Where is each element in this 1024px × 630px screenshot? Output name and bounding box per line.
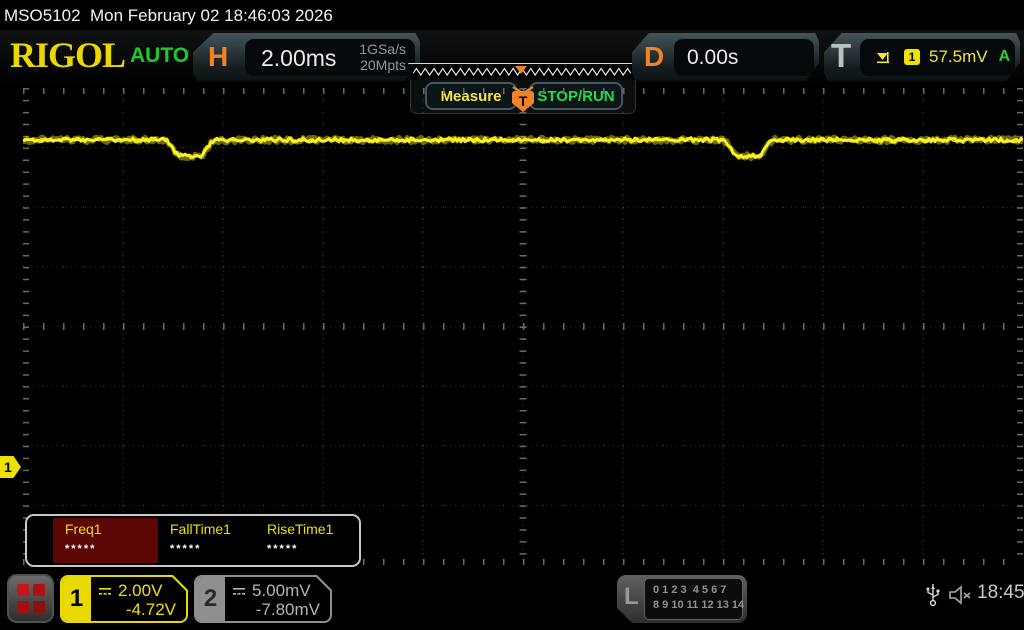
channel1-scale: 2.00V <box>118 581 163 600</box>
delay-label: D <box>644 41 665 72</box>
usb-icon <box>925 582 941 613</box>
channel2-pill[interactable]: 2 5.00mV -7.80mV <box>194 575 332 623</box>
graticule[interactable] <box>21 88 1024 565</box>
screen-layout-icon[interactable] <box>7 574 54 623</box>
dc-coupling-icon <box>98 586 113 597</box>
channel2-scale: 5.00mV <box>252 581 311 600</box>
delay-value: 0.00s <box>687 46 739 69</box>
trigger-level: 57.5mV <box>929 47 988 66</box>
trigger-inner: 1 57.5mV A <box>860 38 1015 76</box>
horizontal-label: H <box>208 41 229 72</box>
memory-depth: 20Mpts <box>360 57 406 73</box>
measurement-risetime1[interactable]: RiseTime1 ***** <box>255 518 355 563</box>
delay-settings[interactable]: D 0.00s <box>632 33 819 81</box>
acquisition-status: AUTO <box>130 44 190 67</box>
measurement-panel[interactable]: Freq1 ***** FallTime1 ***** RiseTime1 **… <box>25 514 361 567</box>
trigger-source-badge: 1 <box>904 49 920 65</box>
header-bar: RIGOL AUTO H 2.00ms 1GSa/s 20Mpts Measur… <box>0 30 1024 114</box>
dc-coupling-icon <box>232 586 247 597</box>
trigger-falling-edge-icon <box>877 52 889 64</box>
horizontal-inner: 2.00ms 1GSa/s 20Mpts <box>245 38 415 76</box>
measurement-falltime1[interactable]: FallTime1 ***** <box>158 518 255 563</box>
trigger-marker-label: T <box>518 93 528 109</box>
channel1-badge: 1 <box>62 577 91 621</box>
timebase-value: 2.00ms <box>261 45 337 71</box>
trigger-settings[interactable]: T 1 57.5mV A <box>824 33 1020 81</box>
measurement-freq1[interactable]: Freq1 ***** <box>53 518 158 563</box>
horizontal-settings[interactable]: H 2.00ms 1GSa/s 20Mpts <box>193 33 420 81</box>
trigger-mode: A <box>998 48 1011 65</box>
sample-rate: 1GSa/s <box>359 41 406 57</box>
logic-label: L <box>624 583 639 610</box>
titlebar: MSO5102 Mon February 02 18:46:03 2026 <box>0 0 1024 30</box>
preview-zigzag-icon <box>409 64 633 79</box>
logic-channel-numbers: 0 1 2 3 4 5 6 7 8 9 10 11 12 13 14 15 <box>644 578 743 620</box>
grid-and-trace <box>21 88 1024 565</box>
oscilloscope-screen: MSO5102 Mon February 02 18:46:03 2026 RI… <box>0 0 1024 630</box>
channel1-pill[interactable]: 1 2.00V -4.72V <box>60 575 188 623</box>
delay-inner: 0.00s <box>674 38 814 76</box>
clock-text: 18:45 <box>977 582 1024 603</box>
model-datetime-text: MSO5102 Mon February 02 18:46:03 2026 <box>4 6 333 25</box>
channel1-ground-marker[interactable]: 1 <box>0 456 21 478</box>
trigger-position-marker[interactable]: T <box>511 91 535 115</box>
speaker-muted-icon[interactable] <box>947 583 973 612</box>
channel1-offset: -4.72V <box>125 600 176 619</box>
rigol-logo: RIGOL <box>10 35 126 75</box>
sample-info: 1GSa/s 20Mpts <box>359 41 406 73</box>
channel2-badge: 2 <box>196 577 225 621</box>
channel2-offset: -7.80mV <box>255 600 320 619</box>
bottom-bar: 1 2.00V -4.72V 2 5.00mV -7.80mV L 0 1 2 … <box>0 570 1024 630</box>
trigger-label: T <box>831 37 852 74</box>
logic-channels-pill[interactable]: L 0 1 2 3 4 5 6 7 8 9 10 11 12 13 14 15 <box>617 575 747 623</box>
